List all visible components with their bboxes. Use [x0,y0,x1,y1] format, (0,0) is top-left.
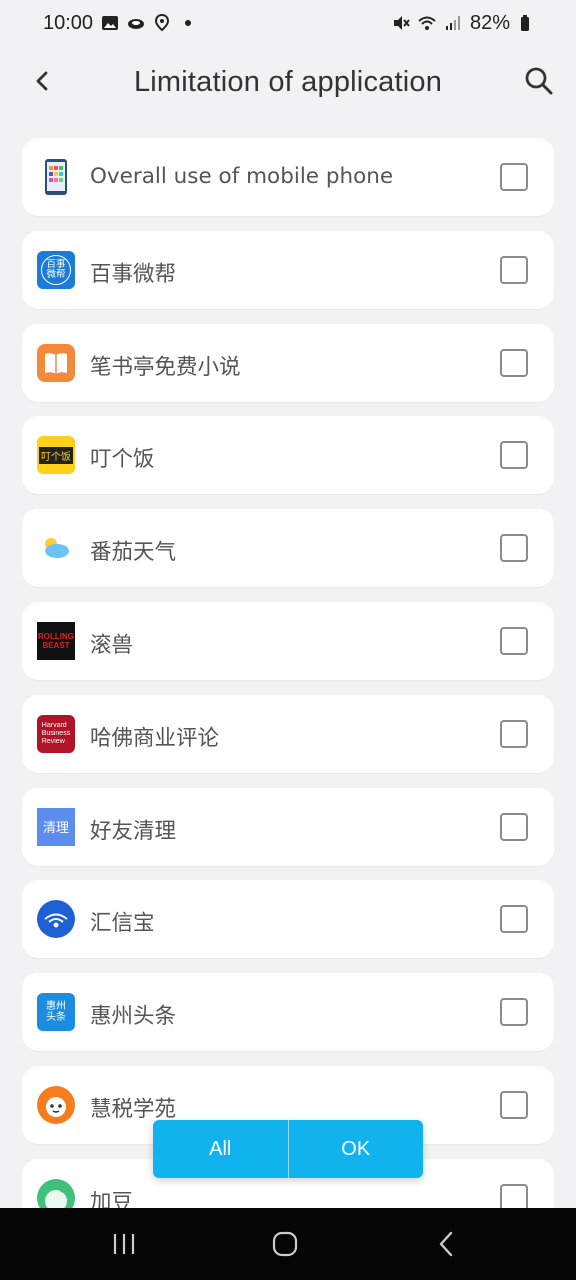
huizhou-news-app-icon: 惠州 头条 [37,993,75,1032]
app-checkbox[interactable] [500,534,528,563]
app-checkbox[interactable] [500,626,528,655]
location-notification-icon [155,14,170,32]
app-header: Limitation of application [0,46,576,120]
weather-app-icon [37,529,75,567]
list-item[interactable]: 叮个饭 叮个饭 [22,416,554,495]
app-checkbox[interactable] [500,719,528,748]
select-all-button[interactable]: All [153,1120,288,1178]
baishiweibang-app-icon: 百事 微帮 [37,250,75,289]
battery-percentage: 82% [469,11,510,34]
app-label: 百事微帮 [90,261,177,287]
home-icon[interactable] [269,1228,301,1260]
dinggefan-app-icon: 叮个饭 [37,436,75,475]
cleaner-app-icon: 清理 [37,807,75,846]
list-item[interactable]: 惠州 头条 惠州头条 [22,973,554,1052]
list-item[interactable]: 百事 微帮 百事微帮 [22,230,554,309]
app-list: Overall use of mobile phone 百事 微帮 百事微帮 笔… [22,138,554,1252]
status-time: 10:00 [43,11,94,34]
baishi-icon-text: 百事 微帮 [46,258,66,280]
list-item[interactable]: 笔书亭免费小说 [22,323,554,402]
app-label: Overall use of mobile phone [90,164,394,189]
app-label: 番茄天气 [90,540,177,566]
app-checkbox[interactable] [500,1090,528,1119]
app-label: 叮个饭 [90,447,155,473]
recent-apps-icon[interactable] [108,1228,140,1260]
app-checkbox[interactable] [500,998,528,1027]
list-item[interactable]: Overall use of mobile phone [22,138,554,216]
gallery-notification-icon [102,16,119,30]
ok-button[interactable]: OK [289,1120,424,1178]
app-label: 滚兽 [90,632,134,658]
app-label: 慧税学苑 [90,1096,177,1122]
app-label: 哈佛商业评论 [90,725,220,751]
cleaner-icon-text: 清理 [42,821,69,837]
page-title: Limitation of application [133,66,443,98]
system-navigation-bar [0,1208,576,1280]
status-left: 10:00 [43,12,197,35]
app-label: 惠州头条 [90,1004,177,1030]
app-checkbox[interactable] [500,348,528,377]
phone-icon [37,158,75,196]
app-checkbox[interactable] [500,812,528,841]
dinggefan-icon-text: 叮个饭 [39,446,73,464]
list-item[interactable]: 汇信宝 [22,880,554,959]
cloud-notification-icon [128,19,145,29]
more-notifications-dot-icon [185,20,192,26]
nav-back-icon[interactable] [431,1228,463,1260]
hbr-icon-text: Harvard Business Review [41,721,71,745]
list-item[interactable]: 清理 好友清理 [22,787,554,866]
app-checkbox[interactable] [500,255,528,284]
app-checkbox[interactable] [500,163,528,191]
wifi-icon [418,16,436,30]
status-right: 82% [392,12,536,35]
signal-icon [445,16,460,30]
action-bar: All OK [153,1120,423,1178]
huixinbao-app-icon [37,900,75,939]
list-item[interactable]: ROLLING BEAST 滚兽 [22,601,554,680]
rolling-beast-icon-text: ROLLING BEAST [38,631,74,650]
huizhou-icon-text: 惠州 头条 [46,1001,66,1024]
tax-academy-app-icon [37,1085,75,1124]
app-label: 好友清理 [90,818,177,844]
list-item[interactable]: Harvard Business Review 哈佛商业评论 [22,694,554,773]
search-icon[interactable] [522,64,556,98]
mute-icon [393,16,410,30]
book-app-icon [37,343,75,382]
list-item[interactable]: 番茄天气 [22,509,554,588]
app-label: 汇信宝 [90,911,155,937]
hbr-app-icon: Harvard Business Review [37,714,75,753]
app-checkbox[interactable] [500,905,528,934]
status-bar: 10:00 82% [0,0,576,46]
app-checkbox[interactable] [500,441,528,470]
app-label: 笔书亭免费小说 [90,354,241,380]
rolling-beast-app-icon: ROLLING BEAST [37,621,75,660]
battery-icon [521,15,529,31]
